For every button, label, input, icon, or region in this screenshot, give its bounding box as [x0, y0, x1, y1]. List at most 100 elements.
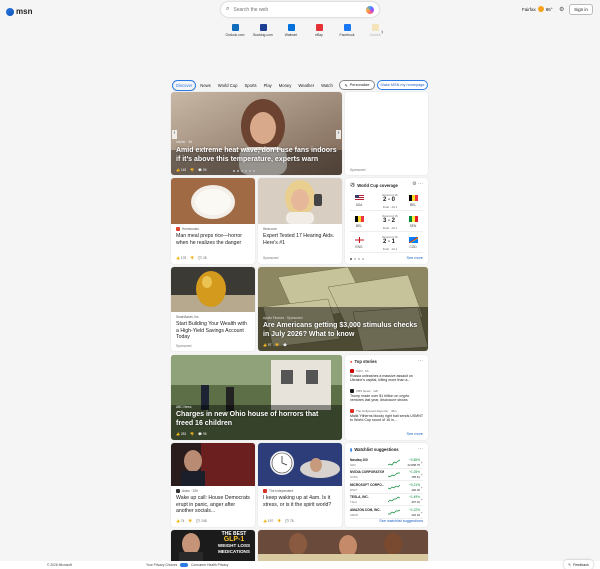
watchlist-row[interactable]: Nasdaq 100 NDX +0.85% 22,868.75 +: [350, 457, 423, 469]
world-cup-see-more[interactable]: See more: [407, 256, 423, 260]
sponsored-ad-card[interactable]: Sponsored: [345, 92, 428, 175]
copilot-icon[interactable]: [366, 5, 374, 14]
quick-link-3[interactable]: eBay: [304, 24, 334, 37]
news-card-ohio[interactable]: ABC News Charges in new Ohio house of ho…: [171, 355, 342, 440]
widget-options-icon[interactable]: ⚙ ···: [412, 181, 423, 187]
msn-logo-icon: [6, 7, 14, 16]
tab-money[interactable]: Money: [276, 81, 295, 90]
quick-link-icon: [371, 24, 379, 31]
tab-play[interactable]: Play: [261, 81, 275, 90]
world-cup-match[interactable]: USA Round of 16 2 - 0 Final · Jul 1 BEL: [350, 192, 423, 211]
ad-card-glp1[interactable]: THE BEST GLP-1 WEIGHT LOSS MEDICATIONS: [171, 530, 255, 561]
hero-title[interactable]: Amid extreme heat wave, don’t use fans i…: [176, 147, 337, 164]
watchlist-row[interactable]: MICROSOFT CORPO... MSFT +0.21% 492.30 +: [350, 482, 423, 494]
like-icon[interactable]: 👍 97: [263, 343, 271, 347]
stimulus-title[interactable]: Are Americans getting $3,000 stimulus ch…: [263, 322, 423, 339]
top-story-item[interactable]: CNN · 9h Russia unleashes a massive assau…: [350, 369, 423, 383]
comment-icon[interactable]: 💬 28: [198, 256, 206, 260]
stock-symbol: AMZN: [350, 512, 358, 517]
add-to-watchlist-icon[interactable]: +: [421, 460, 423, 465]
comment-icon[interactable]: 💬 78: [285, 519, 293, 523]
dislike-icon[interactable]: 👎: [188, 519, 192, 523]
comment-icon[interactable]: 💬 95: [198, 432, 206, 436]
weather-city: Fairfax: [522, 6, 536, 12]
chart-icon: ▮: [350, 447, 353, 452]
privacy-choices-link[interactable]: Your Privacy Choices: [146, 563, 177, 567]
like-icon[interactable]: 👍 197: [263, 519, 273, 523]
ad-card-hearing[interactable]: Hear.com Expert Tested 17 Hearing Aids. …: [258, 178, 342, 264]
hearing-title[interactable]: Expert Tested 17 Hearing Aids. Here's #1: [263, 233, 337, 246]
tab-sports[interactable]: Sports: [242, 81, 260, 90]
hero-next-arrow[interactable]: ›: [336, 130, 341, 139]
flag-icon: [409, 237, 418, 243]
feedback-label: Feedback: [573, 562, 589, 567]
personalize-button[interactable]: ✎ Personalize: [339, 80, 375, 90]
like-icon[interactable]: 👍 148: [176, 168, 186, 172]
tab-watch[interactable]: Watch: [318, 81, 336, 90]
dislike-icon[interactable]: 👎: [190, 256, 194, 260]
hero-prev-arrow[interactable]: ‹: [172, 130, 177, 139]
watchlist-see-more[interactable]: See watchlist suggestions: [379, 519, 423, 523]
news-card-sleep[interactable]: The Independent I keep waking up at 4am.…: [258, 443, 342, 527]
make-homepage-button[interactable]: Make MSN my homepage: [377, 80, 428, 90]
search-box[interactable]: ⌕: [221, 2, 379, 17]
tab-discover[interactable]: Discover: [172, 79, 197, 91]
quick-link-2[interactable]: Walmart: [276, 24, 306, 37]
news-card-wakeup[interactable]: Axios · 22h Wake up call: House Democrat…: [171, 443, 255, 527]
tab-weather[interactable]: Weather: [295, 81, 317, 90]
weather-widget[interactable]: Fairfax 86°: [522, 6, 553, 12]
quick-link-icon: [343, 24, 351, 31]
msn-logo[interactable]: msn: [6, 7, 32, 16]
widget-more-icon[interactable]: ···: [418, 446, 423, 452]
quick-link-4[interactable]: Facebook: [332, 24, 362, 37]
feedback-button[interactable]: ✎ Feedback: [564, 560, 593, 569]
top-story-item[interactable]: CBS News · 12h Trump made over $1 billion…: [350, 389, 423, 403]
top-story-item[interactable]: The Hollywood Reporter · 46m Malik Ytiher…: [350, 409, 423, 423]
tab-world-cup[interactable]: World Cup: [215, 81, 241, 90]
add-to-watchlist-icon[interactable]: +: [421, 472, 423, 477]
settings-gear-icon[interactable]: ⚙: [559, 6, 564, 13]
world-cup-match[interactable]: ENG Round of 16 2 - 1 Final · Jul 1 COD: [350, 234, 423, 253]
quick-link-5[interactable]: Games: [360, 24, 390, 37]
like-icon[interactable]: 👍 283: [176, 432, 186, 436]
comment-icon[interactable]: 💬 95: [198, 168, 206, 172]
watchlist-row[interactable]: TESLA, INC. TSLA +1.49% 307.01 +: [350, 494, 423, 507]
add-to-watchlist-icon[interactable]: +: [421, 485, 423, 490]
stock-name: NVIDIA CORPORATION: [350, 470, 384, 475]
dislike-icon[interactable]: 👎: [277, 519, 281, 523]
wealth-title[interactable]: Start Building Your Wealth with a High-Y…: [176, 321, 250, 341]
top-stories-see-more[interactable]: See more: [407, 432, 423, 436]
watchlist-row[interactable]: NVIDIA CORPORATION NVDA +1.25% 155.51 +: [350, 469, 423, 482]
news-card-soccer[interactable]: [258, 530, 428, 561]
ad-card-wealth[interactable]: SmartAsset, Inc. Start Building Your Wea…: [171, 267, 255, 351]
comment-icon[interactable]: 💬 248: [196, 519, 206, 523]
world-cup-match[interactable]: BEL Round of 16 3 - 2 Final · Jul 1 SEN: [350, 213, 423, 232]
add-to-watchlist-icon[interactable]: +: [421, 497, 423, 502]
widget-more-icon[interactable]: ···: [418, 358, 423, 364]
rice-title[interactable]: Man meal preps rice—horror when he reali…: [176, 233, 250, 246]
hero-card[interactable]: ‹ › Insider · 3d Amid extreme heat wave,…: [171, 92, 342, 175]
quick-links-next-icon[interactable]: ›: [381, 29, 383, 36]
like-icon[interactable]: 👍 178: [176, 256, 186, 260]
consumer-health-link[interactable]: Consumer Health Privacy: [191, 563, 228, 567]
dislike-icon[interactable]: 👎: [190, 168, 194, 172]
dislike-icon[interactable]: 👎: [275, 343, 279, 347]
story-headline: Trump made over $1 billion on crypto ven…: [350, 393, 410, 403]
watchlist-row[interactable]: AMAZON.COM, INC. AMZN +1.22% 222.04 +: [350, 507, 423, 519]
dislike-icon[interactable]: 👎: [190, 432, 194, 436]
like-icon[interactable]: 👍 74: [176, 519, 184, 523]
quick-link-0[interactable]: Outlook.com: [220, 24, 250, 37]
wakeup-title[interactable]: Wake up call: House Democrats erupt in p…: [176, 495, 250, 515]
stock-change: +0.21%: [409, 482, 420, 487]
tab-news[interactable]: News: [197, 81, 213, 90]
comment-icon[interactable]: 💬: [283, 343, 287, 347]
sleep-title[interactable]: I keep waking up at 4am. Is it stress, o…: [263, 495, 337, 508]
add-to-watchlist-icon[interactable]: +: [421, 510, 423, 515]
news-card-stimulus[interactable]: Apollo Finance · Sponsored Are Americans…: [258, 267, 428, 351]
news-card-rice[interactable]: Homecooks Man meal preps rice—horror whe…: [171, 178, 255, 264]
sign-in-button[interactable]: Sign in: [569, 4, 593, 15]
quick-link-1[interactable]: Booking.com: [248, 24, 278, 37]
ohio-title[interactable]: Charges in new Ohio house of horrors tha…: [176, 411, 337, 428]
stock-price: 307.01: [411, 500, 420, 505]
search-input[interactable]: [233, 6, 354, 13]
